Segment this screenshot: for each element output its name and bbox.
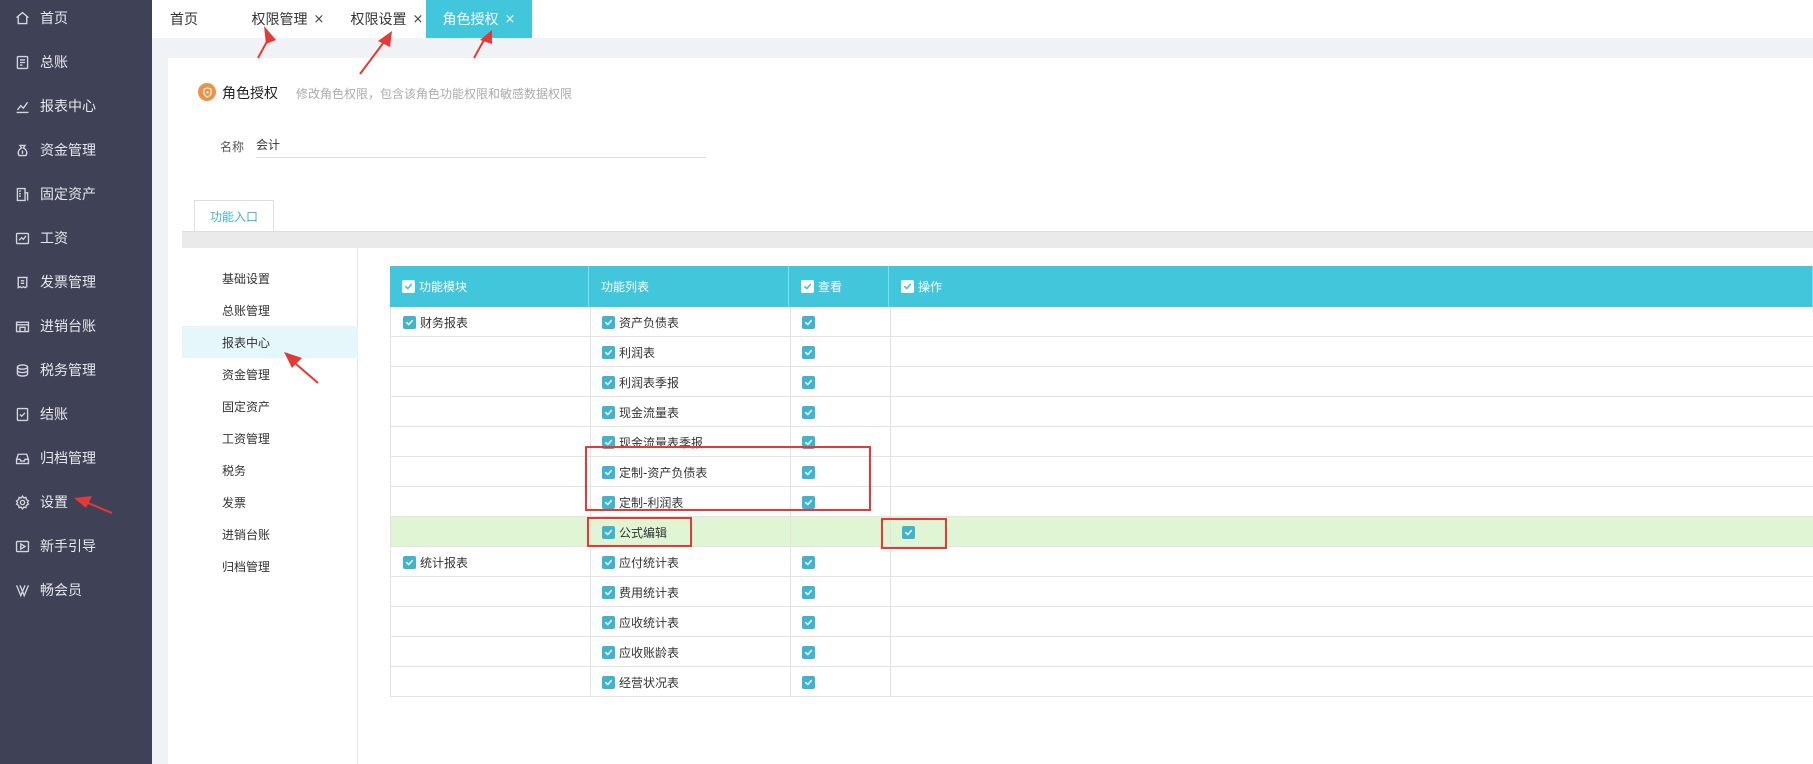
annotation-arrows bbox=[74, 26, 492, 514]
